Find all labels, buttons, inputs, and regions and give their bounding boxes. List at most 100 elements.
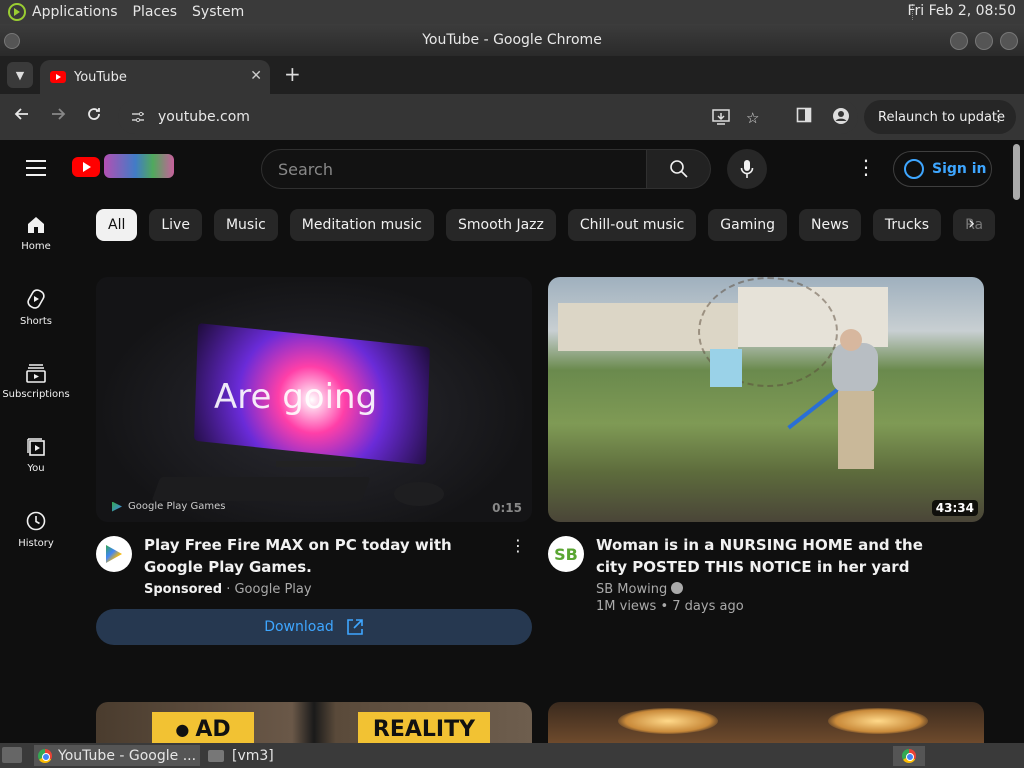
chevron-down-icon: ▼ <box>15 68 25 82</box>
taskbar-item-label: YouTube - Google ... <box>58 747 197 764</box>
chip-trucks[interactable]: Trucks <box>872 209 942 241</box>
settings-more-icon[interactable]: ⋮ <box>856 155 876 179</box>
new-tab-button[interactable]: + <box>284 62 301 86</box>
youtube-page: ⋮ Sign in Home Shorts Subscriptions You … <box>0 140 1024 743</box>
video-thumbnail-row2-b[interactable] <box>548 702 984 743</box>
video-title[interactable]: Play Free Fire MAX on PC today with Goog… <box>144 534 504 578</box>
video-thumbnail[interactable]: 43:34 <box>548 277 984 522</box>
browser-menu-icon[interactable]: ⋮ <box>991 107 1006 125</box>
back-arrow-icon <box>14 108 28 120</box>
guide-label: You <box>27 462 45 474</box>
window-title: YouTube - Google Chrome <box>422 32 602 48</box>
guide-item-home[interactable]: Home <box>0 196 72 270</box>
forward-button[interactable] <box>50 106 66 127</box>
scrollbar-thumb[interactable] <box>1013 144 1020 200</box>
show-desktop-icon[interactable] <box>2 747 22 763</box>
tab-strip: ▼ YouTube ✕ + <box>0 56 1024 94</box>
google-play-games-label: Google Play Games <box>112 501 225 512</box>
search-input[interactable] <box>278 159 646 179</box>
close-window-button[interactable] <box>1000 32 1018 50</box>
side-panel-icon[interactable] <box>796 107 812 127</box>
duration-badge: 43:34 <box>931 500 978 516</box>
chip-news[interactable]: News <box>799 209 861 241</box>
filter-chip-bar: All Live Music Meditation music Smooth J… <box>96 209 1000 241</box>
chip-smooth-jazz[interactable]: Smooth Jazz <box>446 209 556 241</box>
site-info-icon[interactable] <box>130 109 146 125</box>
guide-item-history[interactable]: History <box>0 492 72 566</box>
shorts-icon <box>27 288 45 309</box>
hamburger-menu-icon[interactable] <box>26 160 46 176</box>
guide-label: History <box>18 537 54 549</box>
history-icon <box>26 511 46 530</box>
microphone-icon <box>740 160 754 178</box>
apple-icon: ● <box>175 719 190 739</box>
taskbar-item-vm3[interactable]: [vm3] <box>204 745 324 766</box>
reload-button[interactable] <box>86 106 102 127</box>
thumbnail-text: Are going <box>214 377 378 417</box>
chip-live[interactable]: Live <box>149 209 202 241</box>
search-box[interactable] <box>261 149 647 189</box>
user-circle-icon <box>904 159 924 179</box>
verified-check-icon <box>671 582 684 594</box>
reload-icon <box>88 108 100 120</box>
url-text[interactable]: youtube.com <box>158 109 250 125</box>
keyboard-graphic <box>151 477 371 501</box>
channel-name[interactable]: SB Mowing <box>596 582 667 597</box>
youtube-doodle[interactable] <box>104 154 174 178</box>
video-title[interactable]: Woman is in a NURSING HOME and the city … <box>596 534 956 578</box>
chip-chill-out-music[interactable]: Chill-out music <box>567 209 697 241</box>
view-count: 1M views <box>596 599 657 614</box>
download-button[interactable]: Download <box>96 609 532 645</box>
channel-avatar[interactable]: SB <box>548 536 584 572</box>
video-byline: Sponsored · Google Play <box>144 582 312 597</box>
bookmark-star-icon[interactable]: ☆ <box>746 109 759 127</box>
google-play-icon <box>112 501 122 512</box>
chip-meditation-music[interactable]: Meditation music <box>289 209 434 241</box>
chevron-right-icon[interactable]: › <box>968 213 975 234</box>
sign-in-label: Sign in <box>932 161 987 177</box>
window-menu-button[interactable] <box>4 33 20 49</box>
person-graphic <box>818 329 888 479</box>
clock[interactable]: Fri Feb 2, 08:50 <box>907 3 1016 19</box>
distro-logo-icon[interactable] <box>8 3 26 21</box>
youtube-logo-icon[interactable] <box>72 157 100 177</box>
guide-item-shorts[interactable]: Shorts <box>0 270 72 344</box>
masthead: ⋮ Sign in <box>0 140 1010 196</box>
upload-age: 7 days ago <box>672 599 744 614</box>
video-thumbnail-row2-a[interactable]: ● AD REALITY <box>96 702 532 743</box>
window-titlebar[interactable]: YouTube - Google Chrome <box>0 24 1024 56</box>
channel-avatar[interactable] <box>96 536 132 572</box>
tab-title: YouTube <box>74 69 127 85</box>
menu-places[interactable]: Places <box>133 4 178 20</box>
voice-search-button[interactable] <box>727 149 767 189</box>
close-tab-icon[interactable]: ✕ <box>250 68 262 84</box>
menu-applications[interactable]: Applications <box>32 4 118 20</box>
ad-thumbnail[interactable]: Are going Google Play Games 0:15 <box>96 277 532 522</box>
minimize-button[interactable] <box>950 32 968 50</box>
channel-name[interactable]: Google Play <box>234 582 311 597</box>
tab-youtube[interactable]: YouTube ✕ <box>40 60 270 94</box>
page-scrollbar[interactable] <box>1010 140 1024 743</box>
chip-gaming[interactable]: Gaming <box>708 209 787 241</box>
video-meta: SB Woman is in a NURSING HOME and the ci… <box>548 534 984 614</box>
tray-chrome-icon[interactable] <box>893 746 925 766</box>
thumbnail-reality-text: REALITY <box>358 712 490 743</box>
address-bar[interactable]: youtube.com ☆ <box>118 100 858 134</box>
more-actions-icon[interactable]: ⋮ <box>510 536 526 555</box>
tab-search-button[interactable]: ▼ <box>7 62 33 88</box>
you-icon <box>27 437 45 456</box>
maximize-button[interactable] <box>975 32 993 50</box>
install-app-icon[interactable] <box>712 109 730 129</box>
chip-music[interactable]: Music <box>213 209 278 241</box>
sign-in-button[interactable]: Sign in <box>893 151 992 187</box>
relaunch-to-update-button[interactable]: Relaunch to update ⋮ <box>864 100 1016 134</box>
guide-item-you[interactable]: You <box>0 418 72 492</box>
search-button[interactable] <box>647 149 711 189</box>
back-button[interactable] <box>14 106 30 127</box>
youtube-favicon-icon <box>50 71 66 83</box>
menu-system[interactable]: System <box>192 4 244 20</box>
taskbar-item-chrome[interactable]: YouTube - Google ... <box>34 745 200 766</box>
profile-icon[interactable] <box>832 107 850 129</box>
guide-item-subscriptions[interactable]: Subscriptions <box>0 344 72 418</box>
chip-all[interactable]: All <box>96 209 138 241</box>
